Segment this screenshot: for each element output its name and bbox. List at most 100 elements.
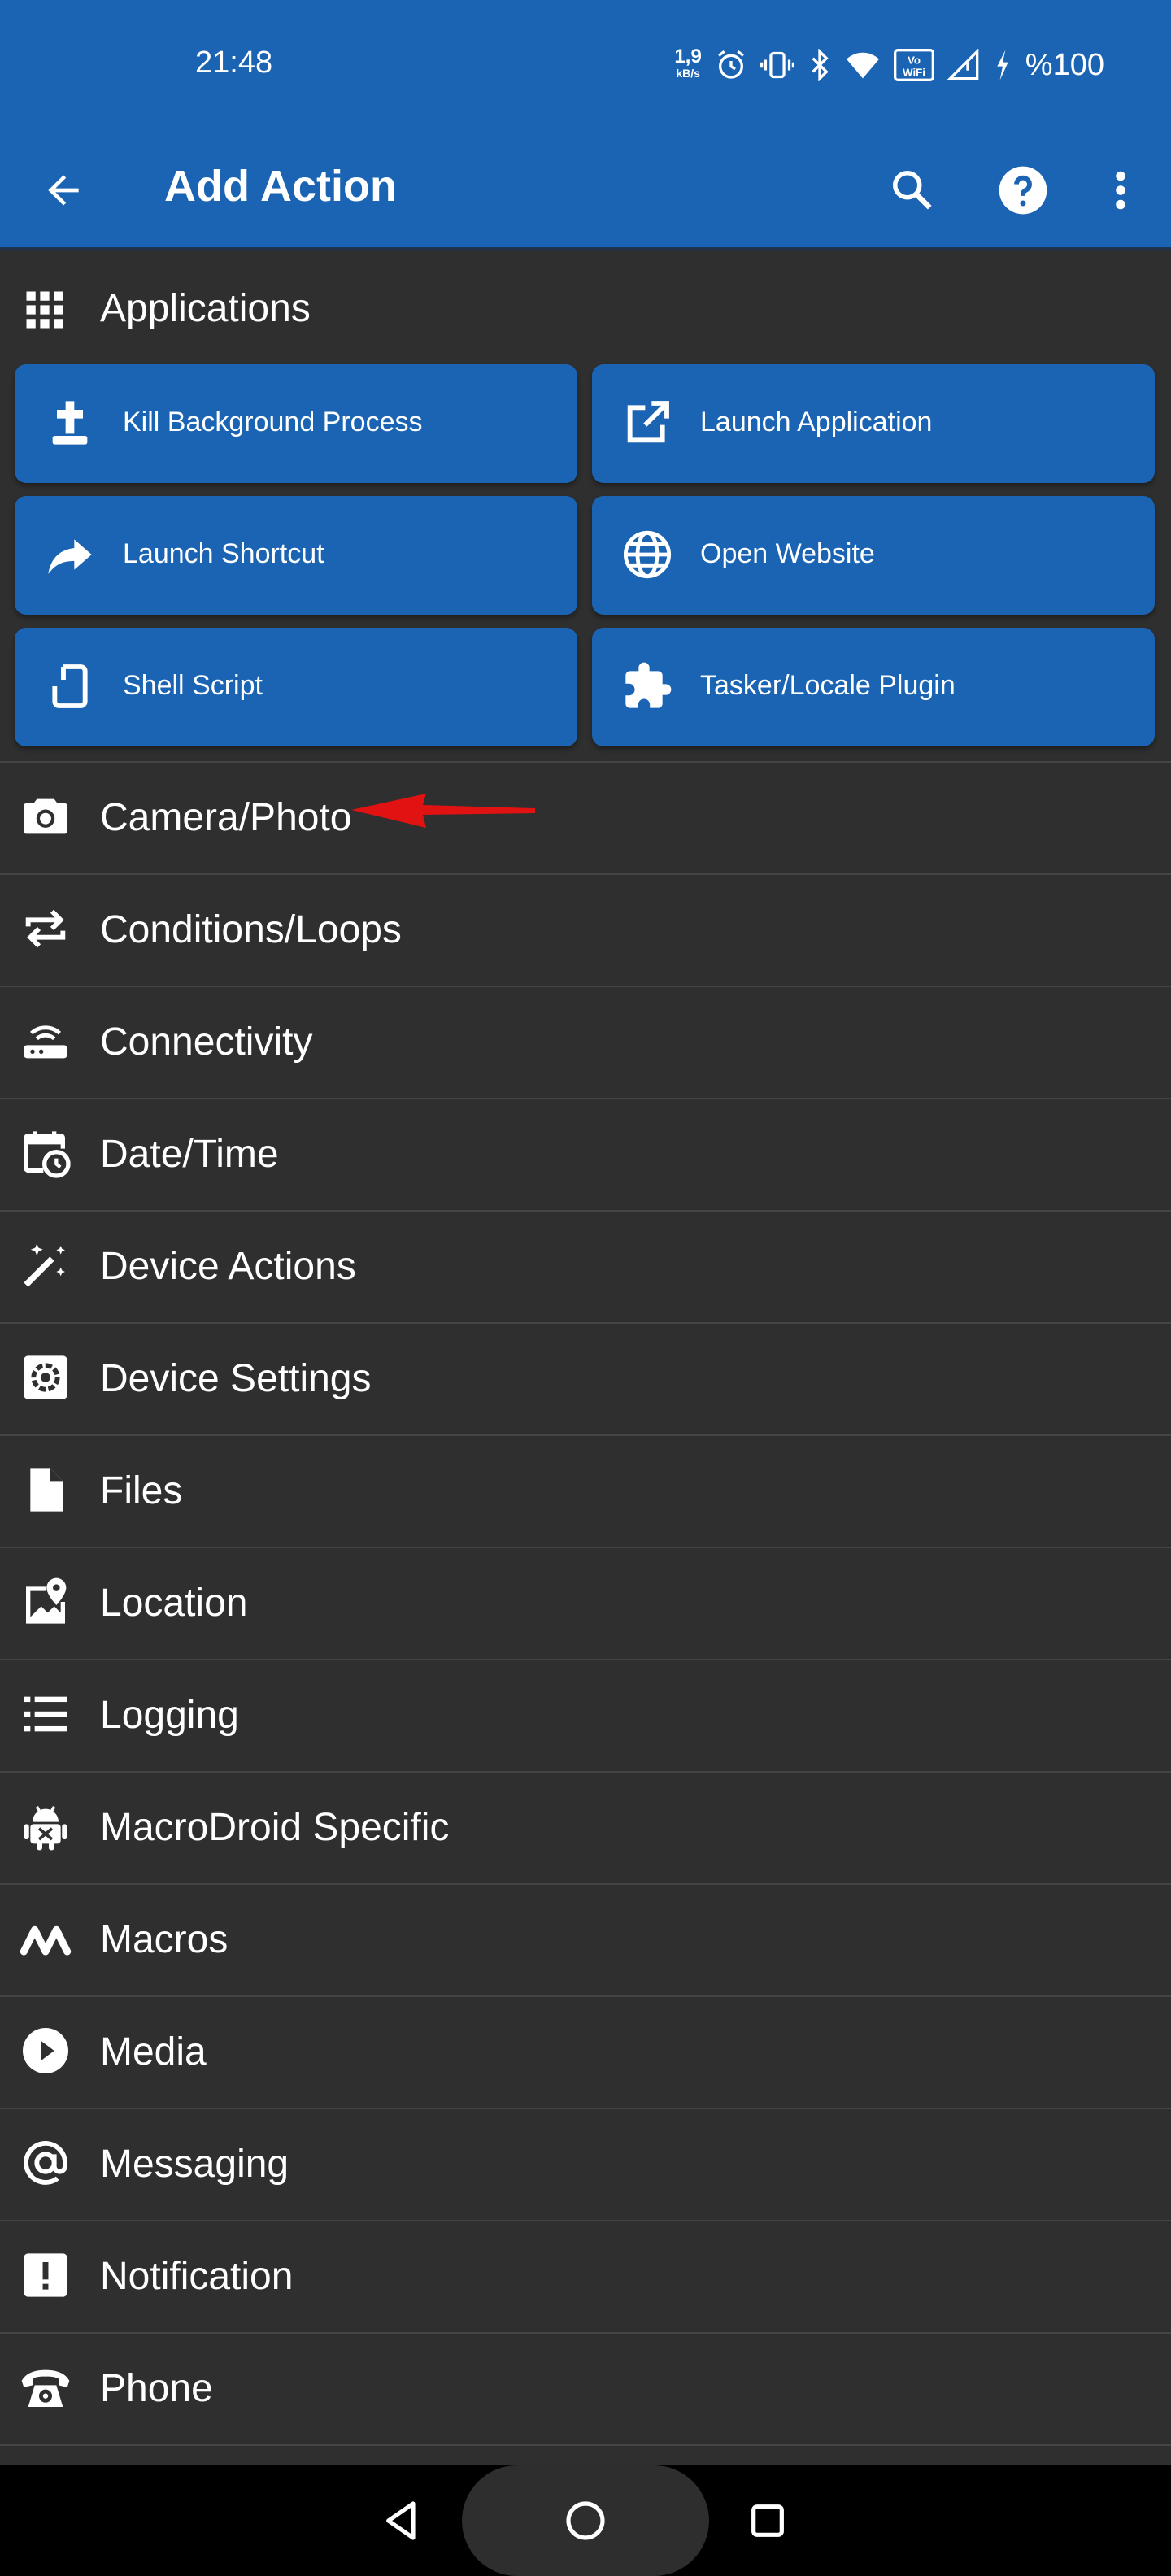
tile-launch-application[interactable]: Launch Application: [592, 364, 1155, 483]
back-button[interactable]: [23, 150, 104, 231]
toolbar: Add Action: [0, 130, 1171, 249]
router-icon: [24, 1025, 67, 1059]
net-speed-indicator: 1,9 kB/s: [674, 46, 702, 81]
nav-back-button[interactable]: [369, 2488, 434, 2553]
help-icon: [999, 166, 1047, 215]
search-icon: [893, 171, 932, 210]
shell-phone-icon: [52, 664, 88, 708]
nav-back-icon: [386, 2501, 416, 2540]
bluetooth-icon: [812, 49, 829, 81]
tile-label: Kill Background Process: [123, 407, 423, 437]
list-icon: [24, 1696, 67, 1732]
status-bar: 21:48 1,9 kB/s Vo WiFi %100: [0, 0, 1171, 130]
category-phone[interactable]: Phone: [0, 2332, 1171, 2446]
tile-shell-script[interactable]: Shell Script: [15, 628, 577, 746]
category-label: Media: [100, 2030, 207, 2073]
category-label: Logging: [100, 1694, 239, 1737]
file-icon: [30, 1468, 63, 1512]
play-circle-icon: [23, 2028, 68, 2073]
page-title: Add Action: [164, 162, 397, 211]
alarm-icon: [717, 50, 744, 79]
system-nav-bar: [0, 2465, 1171, 2576]
magic-wand-icon: [24, 1243, 65, 1287]
nav-recents-icon: [751, 2504, 784, 2537]
category-list: Camera/Photo Conditions/Loops Connectivi…: [0, 761, 1171, 2446]
section-applications-header[interactable]: Applications: [0, 252, 1171, 368]
category-files[interactable]: Files: [0, 1434, 1171, 1547]
nav-home-button[interactable]: [553, 2488, 618, 2553]
puzzle-icon: [625, 662, 672, 708]
globe-icon: [623, 530, 672, 579]
category-label: Notification: [100, 2255, 294, 2298]
svg-text:Vo: Vo: [908, 54, 921, 66]
search-button[interactable]: [872, 150, 953, 231]
category-label: Location: [100, 1582, 248, 1625]
vowifi-icon: VoWiFi: [893, 49, 934, 81]
wifi-icon: [846, 52, 879, 79]
category-logging[interactable]: Logging: [0, 1659, 1171, 1771]
category-label: Device Actions: [100, 1245, 356, 1288]
camera-icon: [24, 798, 67, 834]
category-connectivity[interactable]: Connectivity: [0, 986, 1171, 1098]
tile-kill-background-process[interactable]: Kill Background Process: [15, 364, 577, 483]
macrodroid-logo-icon: [20, 1925, 72, 1956]
android-robot-icon: [24, 1806, 67, 1851]
category-label: Connectivity: [100, 1020, 313, 1064]
category-messaging[interactable]: Messaging: [0, 2108, 1171, 2220]
category-label: MacroDroid Specific: [100, 1806, 450, 1849]
map-pin-icon: [26, 1577, 67, 1624]
category-label: Files: [100, 1469, 183, 1512]
tile-label: Shell Script: [123, 670, 263, 701]
status-icons: 1,9 kB/s Vo WiFi %100: [674, 46, 1104, 85]
category-macrodroid-specific[interactable]: MacroDroid Specific: [0, 1771, 1171, 1883]
net-speed-value: 1,9: [674, 46, 702, 67]
calendar-clock-icon: [24, 1131, 71, 1178]
nav-home-icon: [566, 2501, 605, 2540]
tile-label: Launch Application: [700, 407, 933, 437]
category-label: Macros: [100, 1918, 229, 1961]
open-in-new-icon: [627, 401, 669, 443]
tile-tasker-locale-plugin[interactable]: Tasker/Locale Plugin: [592, 628, 1155, 746]
category-label: Messaging: [100, 2143, 289, 2186]
nav-recents-button[interactable]: [735, 2488, 800, 2553]
category-device-actions[interactable]: Device Actions: [0, 1210, 1171, 1322]
category-camera-photo[interactable]: Camera/Photo: [0, 761, 1171, 873]
tile-label: Launch Shortcut: [123, 538, 324, 569]
category-media[interactable]: Media: [0, 1995, 1171, 2108]
tile-open-website[interactable]: Open Website: [592, 496, 1155, 615]
charging-icon: [997, 50, 1008, 80]
tile-label: Tasker/Locale Plugin: [700, 670, 956, 701]
category-label: Phone: [100, 2367, 213, 2410]
tile-label: Open Website: [700, 538, 875, 569]
category-date-time[interactable]: Date/Time: [0, 1098, 1171, 1210]
category-label: Conditions/Loops: [100, 908, 402, 951]
status-time: 21:48: [195, 46, 273, 80]
category-notification[interactable]: Notification: [0, 2220, 1171, 2332]
category-conditions-loops[interactable]: Conditions/Loops: [0, 873, 1171, 986]
signal-icon: [947, 49, 979, 80]
category-macros[interactable]: Macros: [0, 1883, 1171, 1995]
arrow-back-icon: [48, 175, 79, 206]
settings-gear-icon: [24, 1355, 67, 1399]
apps-grid-icon: [26, 291, 63, 329]
net-speed-unit: kB/s: [676, 67, 700, 80]
category-device-settings[interactable]: Device Settings: [0, 1322, 1171, 1434]
more-options-button[interactable]: [1080, 150, 1161, 231]
category-label: Device Settings: [100, 1357, 372, 1400]
share-arrow-icon: [48, 539, 92, 574]
category-label: Date/Time: [100, 1133, 279, 1176]
tile-launch-shortcut[interactable]: Launch Shortcut: [15, 496, 577, 615]
help-button[interactable]: [982, 150, 1064, 231]
alert-box-icon: [24, 2253, 67, 2297]
category-location[interactable]: Location: [0, 1547, 1171, 1659]
section-title: Applications: [100, 287, 311, 330]
category-label: Camera/Photo: [100, 796, 352, 839]
app-bar: 21:48 1,9 kB/s Vo WiFi %100 Add Action: [0, 0, 1171, 249]
svg-text:WiFi: WiFi: [903, 66, 925, 78]
vibrate-icon: [760, 51, 794, 79]
grave-cross-icon: [52, 401, 88, 445]
more-vert-icon: [1116, 171, 1125, 210]
repeat-icon: [25, 909, 66, 948]
at-sign-icon: [24, 2141, 67, 2185]
battery-level: %100: [1025, 47, 1104, 82]
